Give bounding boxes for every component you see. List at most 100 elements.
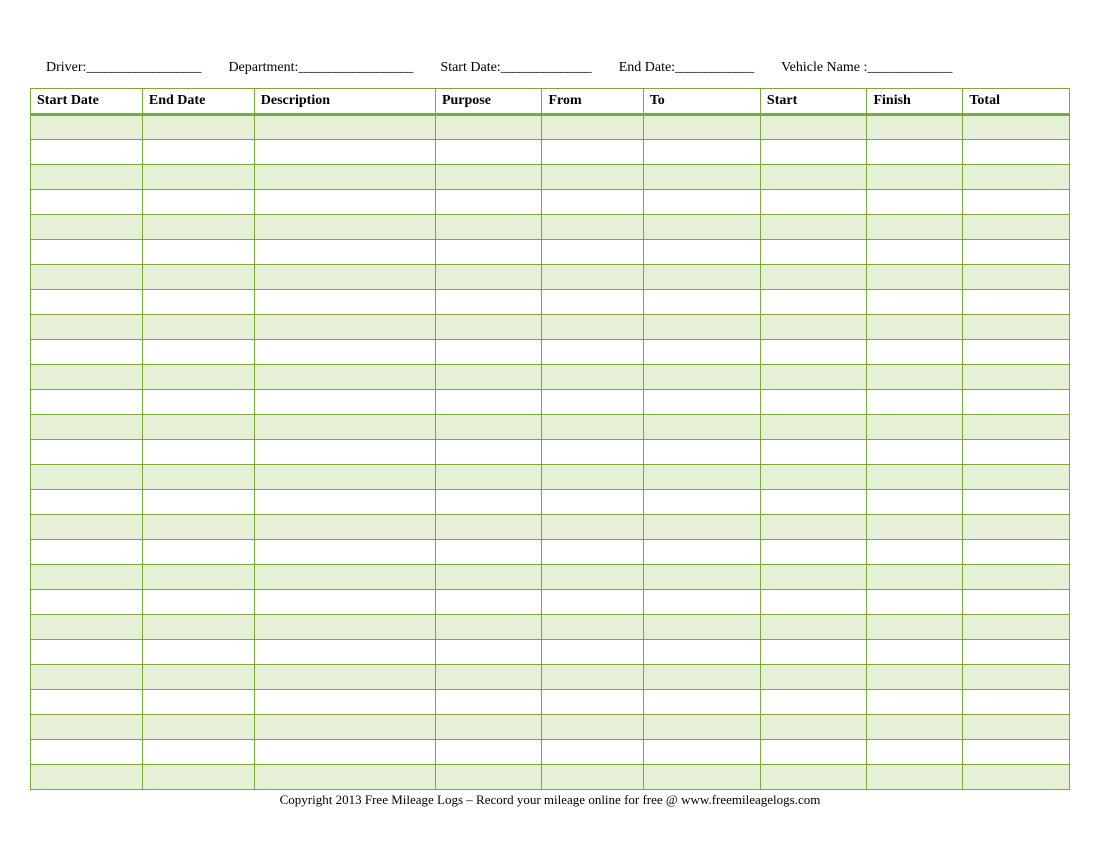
table-cell[interactable] [867, 190, 963, 215]
table-cell[interactable] [867, 740, 963, 765]
table-cell[interactable] [31, 390, 143, 415]
table-cell[interactable] [643, 640, 760, 665]
table-cell[interactable] [542, 115, 643, 140]
table-cell[interactable] [867, 765, 963, 790]
table-cell[interactable] [31, 540, 143, 565]
table-cell[interactable] [254, 615, 435, 640]
table-cell[interactable] [643, 140, 760, 165]
table-cell[interactable] [867, 715, 963, 740]
table-cell[interactable] [142, 515, 254, 540]
table-cell[interactable] [963, 565, 1070, 590]
table-cell[interactable] [867, 690, 963, 715]
table-cell[interactable] [542, 515, 643, 540]
table-cell[interactable] [31, 490, 143, 515]
table-cell[interactable] [31, 140, 143, 165]
table-cell[interactable] [435, 240, 542, 265]
table-cell[interactable] [760, 765, 867, 790]
table-cell[interactable] [542, 490, 643, 515]
table-cell[interactable] [142, 340, 254, 365]
table-cell[interactable] [142, 640, 254, 665]
table-cell[interactable] [963, 315, 1070, 340]
table-cell[interactable] [963, 715, 1070, 740]
table-cell[interactable] [435, 190, 542, 215]
table-cell[interactable] [867, 240, 963, 265]
table-cell[interactable] [142, 240, 254, 265]
table-cell[interactable] [254, 640, 435, 665]
table-cell[interactable] [760, 265, 867, 290]
table-cell[interactable] [643, 490, 760, 515]
table-cell[interactable] [142, 615, 254, 640]
table-cell[interactable] [31, 715, 143, 740]
table-cell[interactable] [435, 740, 542, 765]
table-cell[interactable] [31, 165, 143, 190]
table-cell[interactable] [542, 190, 643, 215]
table-cell[interactable] [963, 365, 1070, 390]
table-cell[interactable] [31, 740, 143, 765]
table-cell[interactable] [542, 240, 643, 265]
table-cell[interactable] [542, 390, 643, 415]
table-cell[interactable] [31, 290, 143, 315]
table-cell[interactable] [643, 415, 760, 440]
table-cell[interactable] [142, 765, 254, 790]
table-cell[interactable] [542, 465, 643, 490]
table-cell[interactable] [963, 740, 1070, 765]
table-cell[interactable] [867, 265, 963, 290]
table-cell[interactable] [760, 190, 867, 215]
table-cell[interactable] [542, 440, 643, 465]
table-cell[interactable] [542, 665, 643, 690]
table-cell[interactable] [542, 765, 643, 790]
table-cell[interactable] [31, 690, 143, 715]
table-cell[interactable] [760, 565, 867, 590]
table-cell[interactable] [643, 115, 760, 140]
table-cell[interactable] [435, 540, 542, 565]
table-cell[interactable] [435, 290, 542, 315]
table-cell[interactable] [963, 115, 1070, 140]
table-cell[interactable] [254, 690, 435, 715]
table-cell[interactable] [867, 665, 963, 690]
table-cell[interactable] [963, 440, 1070, 465]
table-cell[interactable] [542, 215, 643, 240]
table-cell[interactable] [963, 340, 1070, 365]
table-cell[interactable] [435, 490, 542, 515]
table-cell[interactable] [254, 115, 435, 140]
table-cell[interactable] [643, 715, 760, 740]
table-cell[interactable] [542, 340, 643, 365]
table-cell[interactable] [142, 490, 254, 515]
table-cell[interactable] [760, 240, 867, 265]
table-cell[interactable] [643, 440, 760, 465]
table-cell[interactable] [435, 415, 542, 440]
table-cell[interactable] [542, 315, 643, 340]
table-cell[interactable] [542, 290, 643, 315]
table-cell[interactable] [643, 165, 760, 190]
table-cell[interactable] [963, 240, 1070, 265]
table-cell[interactable] [142, 415, 254, 440]
table-cell[interactable] [867, 490, 963, 515]
table-cell[interactable] [254, 415, 435, 440]
table-cell[interactable] [867, 615, 963, 640]
table-cell[interactable] [643, 340, 760, 365]
table-cell[interactable] [963, 665, 1070, 690]
table-cell[interactable] [142, 740, 254, 765]
table-cell[interactable] [867, 515, 963, 540]
table-cell[interactable] [760, 340, 867, 365]
table-cell[interactable] [542, 265, 643, 290]
table-cell[interactable] [142, 690, 254, 715]
table-cell[interactable] [142, 265, 254, 290]
table-cell[interactable] [142, 665, 254, 690]
table-cell[interactable] [867, 465, 963, 490]
table-cell[interactable] [31, 340, 143, 365]
table-cell[interactable] [963, 265, 1070, 290]
vehicle-blank[interactable]: ______________ [867, 60, 951, 76]
table-cell[interactable] [963, 415, 1070, 440]
table-cell[interactable] [435, 390, 542, 415]
table-cell[interactable] [542, 740, 643, 765]
table-cell[interactable] [31, 765, 143, 790]
table-cell[interactable] [31, 465, 143, 490]
table-cell[interactable] [142, 190, 254, 215]
table-cell[interactable] [542, 540, 643, 565]
table-cell[interactable] [254, 515, 435, 540]
table-cell[interactable] [254, 165, 435, 190]
table-cell[interactable] [435, 665, 542, 690]
table-cell[interactable] [760, 540, 867, 565]
table-cell[interactable] [142, 365, 254, 390]
